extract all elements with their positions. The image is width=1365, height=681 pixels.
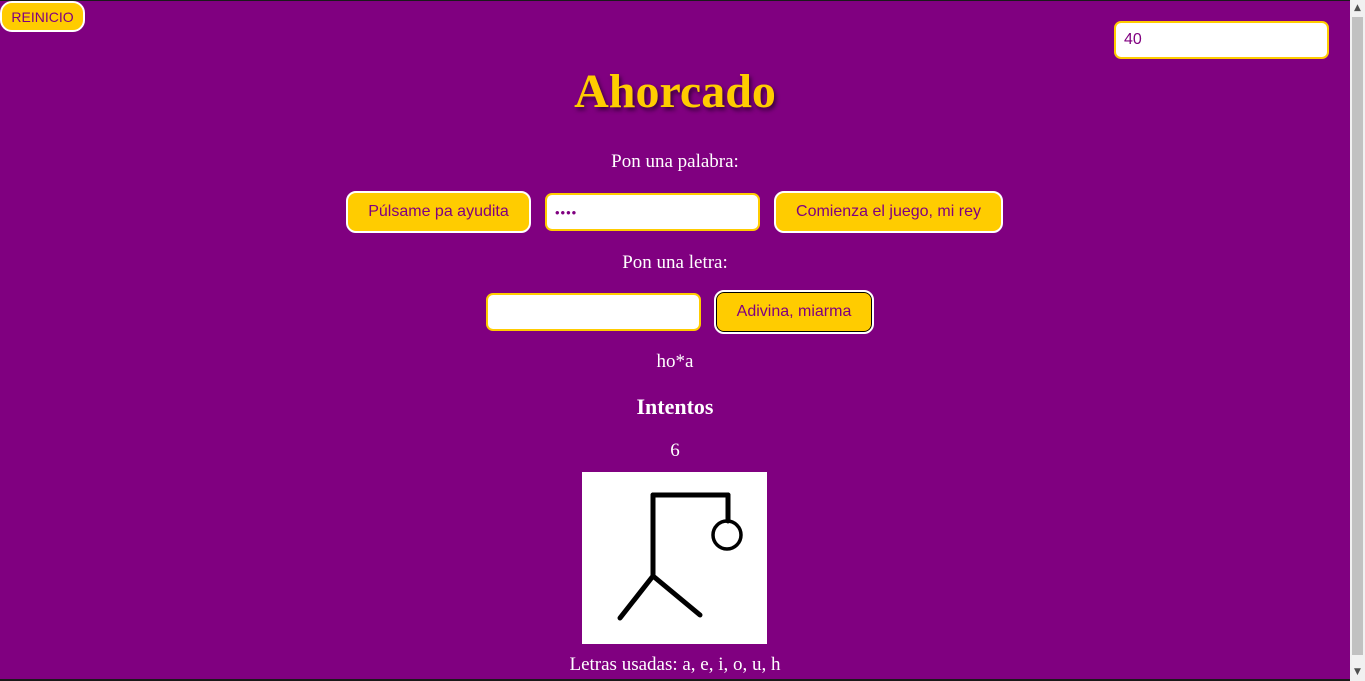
attempts-count: 6 bbox=[670, 440, 680, 461]
counter-input[interactable] bbox=[1114, 21, 1329, 59]
guess-button[interactable]: Adivina, miarma bbox=[714, 290, 874, 334]
gallows-left-leg bbox=[617, 573, 656, 621]
scroll-down-arrow-icon[interactable]: ▼ bbox=[1350, 664, 1365, 681]
scrollbar-thumb[interactable] bbox=[1352, 17, 1363, 655]
hangman-head bbox=[711, 519, 743, 551]
used-letters: Letras usadas: a, e, i, o, u, h bbox=[569, 654, 781, 675]
page-title: Ahorcado bbox=[574, 65, 776, 118]
reset-button[interactable]: REINICIO bbox=[0, 1, 85, 32]
word-input[interactable] bbox=[545, 193, 760, 231]
gallows-right-leg bbox=[650, 573, 703, 618]
hangman-image bbox=[582, 472, 767, 644]
letter-prompt-label: Pon una letra: bbox=[622, 252, 728, 273]
scroll-up-arrow-icon[interactable]: ▲ bbox=[1350, 0, 1365, 17]
word-prompt-label: Pon una palabra: bbox=[611, 151, 739, 172]
hangman-drawing-icon bbox=[617, 492, 743, 621]
letter-input[interactable] bbox=[486, 293, 701, 331]
start-game-button[interactable]: Comienza el juego, mi rey bbox=[774, 191, 1003, 233]
attempts-heading: Intentos bbox=[636, 394, 714, 419]
help-button[interactable]: Púlsame pa ayudita bbox=[346, 191, 531, 233]
masked-word: ho*a bbox=[656, 351, 694, 372]
top-border bbox=[0, 0, 1350, 1]
